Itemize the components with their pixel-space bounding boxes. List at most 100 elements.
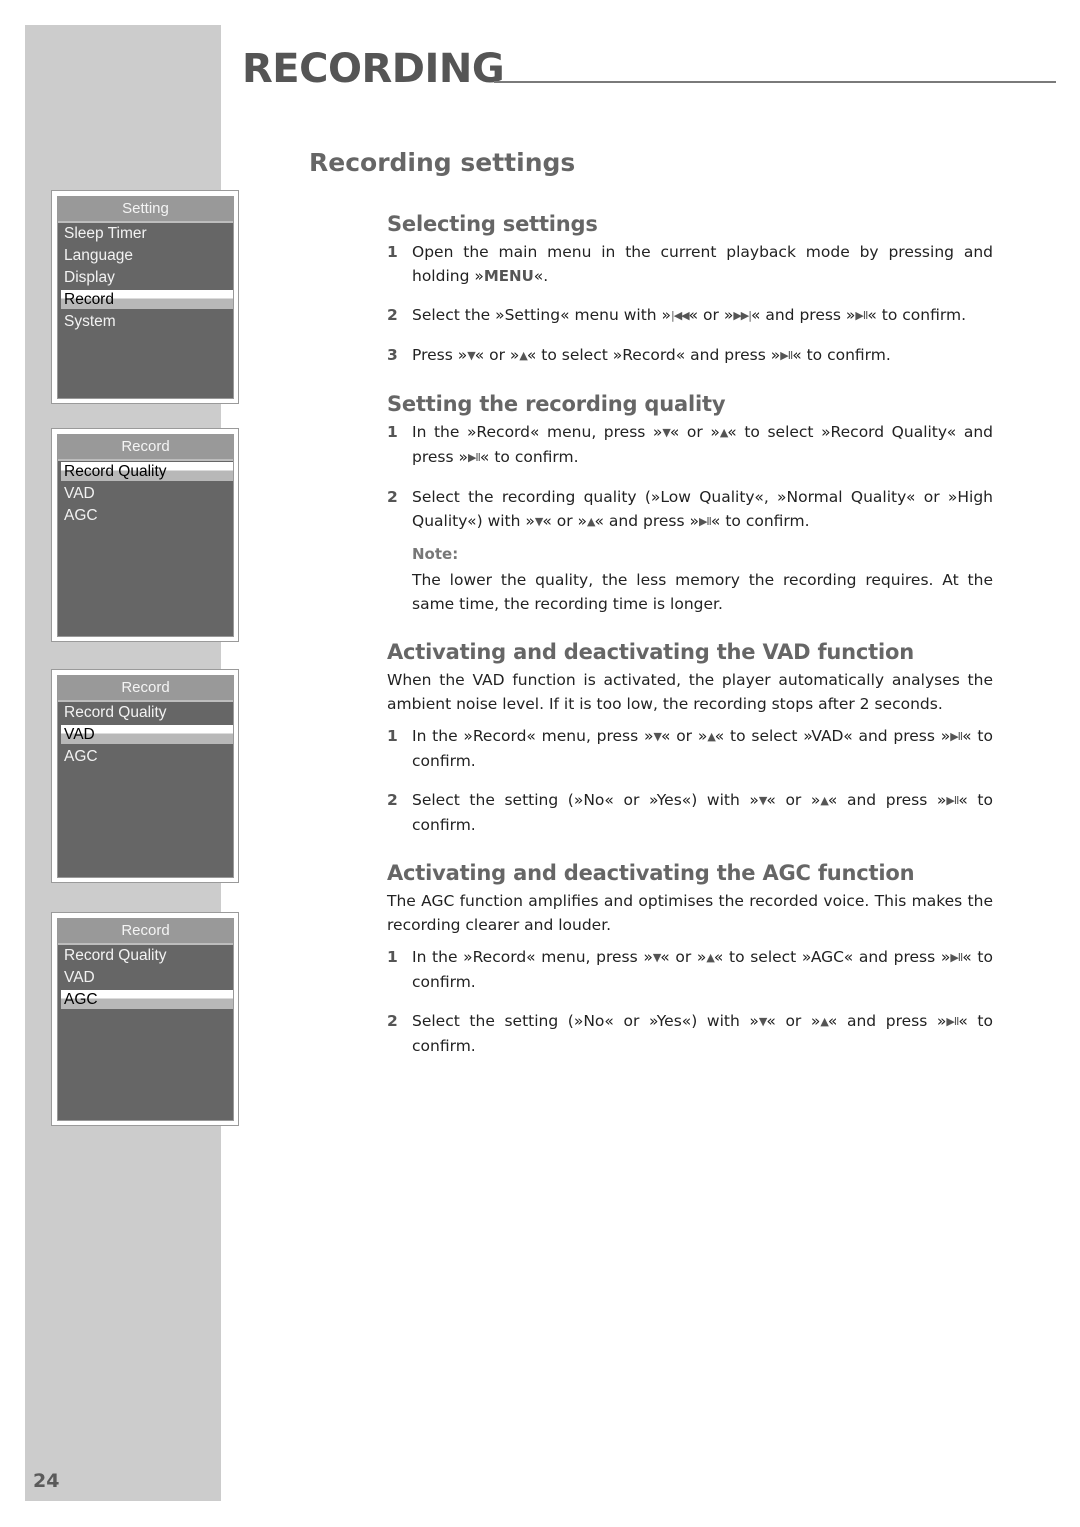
step: 2 Select the setting (»No« or »Yes«) wit… — [387, 1009, 993, 1058]
step: 1 In the »Record« menu, press »▼« or »▲«… — [387, 420, 993, 470]
screen-display: Record Record Quality VAD AGC — [57, 918, 234, 1121]
step-number: 2 — [387, 791, 398, 809]
step: 2 Select the setting (»No« or »Yes«) wit… — [387, 788, 993, 837]
step: 2 Select the recording quality (»Low Qua… — [387, 485, 993, 534]
screen-header: Record — [58, 676, 233, 702]
menu-item-agc: AGC — [64, 507, 98, 524]
play-pause-icon: ▶II — [946, 1015, 959, 1028]
screen-setting-menu: Setting Sleep Timer Language Display Rec… — [51, 190, 239, 404]
menu-item-vad-selected: VAD — [61, 725, 233, 744]
menu-item-sleep-timer: Sleep Timer — [64, 225, 147, 242]
step-text: « or » — [669, 423, 720, 441]
step-text: « and press » — [827, 791, 947, 809]
step-text: In the »Record« menu, press » — [412, 948, 653, 966]
agc-intro: The AGC function amplifies and optimises… — [387, 892, 993, 934]
arrow-up-icon: ▲ — [519, 349, 528, 362]
menu-item-record-quality: Record Quality — [64, 704, 167, 721]
step-number: 2 — [387, 306, 398, 324]
arrow-up-icon: ▲ — [587, 515, 596, 528]
step-text: « to confirm. — [479, 448, 579, 466]
step-text: « or » — [766, 1012, 821, 1030]
step: 2 Select the »Setting« menu with »|◀◀« o… — [387, 303, 993, 328]
skip-forward-icon: ▶▶| — [733, 309, 752, 322]
step-text: « to select »VAD« and press » — [714, 727, 951, 745]
menu-item-agc-selected: AGC — [61, 990, 233, 1009]
play-pause-icon: ▶II — [467, 451, 481, 464]
subsection-title-vad: Activating and deactivating the VAD func… — [387, 640, 914, 664]
play-pause-icon: ▶II — [950, 730, 963, 743]
arrow-down-icon: ▼ — [467, 349, 476, 362]
menu-key-label: MENU — [483, 267, 534, 285]
step: 1 In the »Record« menu, press »▼« or »▲«… — [387, 724, 993, 773]
screen-record-menu-vad: Record Record Quality VAD AGC — [51, 669, 239, 883]
step-text: In the »Record« menu, press » — [412, 423, 663, 441]
step-number: 3 — [387, 346, 398, 364]
menu-item-display: Display — [64, 269, 115, 286]
menu-item-language: Language — [64, 247, 133, 264]
chapter-title: RECORDING — [242, 46, 505, 92]
main-content: Selecting settings 1 Open the main menu … — [387, 212, 993, 1058]
step-text: « to confirm. — [867, 306, 966, 324]
menu-item-vad: VAD — [64, 969, 95, 986]
step-text: Select the setting (»No« or »Yes«) with … — [412, 791, 759, 809]
note-text: The lower the quality, the less memory t… — [412, 571, 993, 613]
arrow-down-icon: ▼ — [662, 426, 671, 439]
screen-display: Setting Sleep Timer Language Display Rec… — [57, 196, 234, 399]
step-text: « and press » — [594, 512, 699, 530]
step-text: « and press » — [750, 306, 856, 324]
screen-header: Record — [58, 919, 233, 945]
step-text: « to confirm. — [792, 346, 891, 364]
arrow-up-icon: ▲ — [706, 951, 715, 964]
menu-item-vad: VAD — [64, 485, 95, 502]
step-text: « to select »AGC« and press » — [713, 948, 951, 966]
step-text: In the »Record« menu, press » — [412, 727, 654, 745]
step-text: « to confirm. — [710, 512, 810, 530]
subsection-title-selecting: Selecting settings — [387, 212, 598, 236]
step: 3 Press »▼« or »▲« to select »Record« an… — [387, 343, 993, 368]
play-pause-icon: ▶II — [698, 515, 712, 528]
step-text: Select the setting (»No« or »Yes«) with … — [412, 1012, 759, 1030]
arrow-down-icon: ▼ — [653, 730, 662, 743]
arrow-up-icon: ▲ — [820, 794, 829, 807]
screen-record-menu-quality: Record Record Quality VAD AGC — [51, 428, 239, 642]
step-number: 1 — [387, 243, 398, 261]
menu-item-record-quality: Record Quality — [64, 947, 167, 964]
play-pause-icon: ▶II — [780, 349, 793, 362]
step-text: « or » — [766, 791, 821, 809]
screen-record-menu-agc: Record Record Quality VAD AGC — [51, 912, 239, 1126]
screen-display: Record Record Quality VAD AGC — [57, 434, 234, 637]
step-text: « and press » — [827, 1012, 947, 1030]
step-text: Select the »Setting« menu with » — [412, 306, 672, 324]
screen-display: Record Record Quality VAD AGC — [57, 675, 234, 878]
subsection-title-quality: Setting the recording quality — [387, 392, 726, 416]
play-pause-icon: ▶II — [950, 951, 963, 964]
step-number: 2 — [387, 488, 398, 506]
subsection-title-agc: Activating and deactivating the AGC func… — [387, 861, 915, 885]
menu-item-record-quality-selected: Record Quality — [61, 462, 233, 481]
note-label: Note: — [412, 545, 459, 563]
step-text: « to select »Record« and press » — [526, 346, 781, 364]
menu-item-record-selected: Record — [61, 290, 233, 309]
step-number: 1 — [387, 727, 398, 745]
chapter-header: RECORDING — [242, 44, 1056, 92]
arrow-up-icon: ▲ — [820, 1015, 829, 1028]
step-text: « or » — [660, 727, 708, 745]
menu-item-system: System — [64, 313, 116, 330]
screen-header: Record — [58, 435, 233, 461]
step: 1 In the »Record« menu, press »▼« or »▲«… — [387, 945, 993, 994]
vad-intro: When the VAD function is activated, the … — [387, 671, 993, 713]
arrow-up-icon: ▲ — [707, 730, 716, 743]
play-pause-icon: ▶II — [946, 794, 959, 807]
skip-back-icon: |◀◀ — [671, 309, 690, 322]
section-title: Recording settings — [309, 148, 576, 177]
step-number: 2 — [387, 1012, 398, 1030]
step-text: « or » — [542, 512, 588, 530]
chapter-rule — [494, 81, 1056, 83]
step-text: Press » — [412, 346, 468, 364]
menu-item-agc: AGC — [64, 748, 98, 765]
note: Note: The lower the quality, the less me… — [387, 542, 993, 616]
play-pause-icon: ▶II — [855, 309, 868, 322]
step-text: « or » — [688, 306, 734, 324]
screen-header: Setting — [58, 197, 233, 223]
step-text: « or » — [660, 948, 707, 966]
